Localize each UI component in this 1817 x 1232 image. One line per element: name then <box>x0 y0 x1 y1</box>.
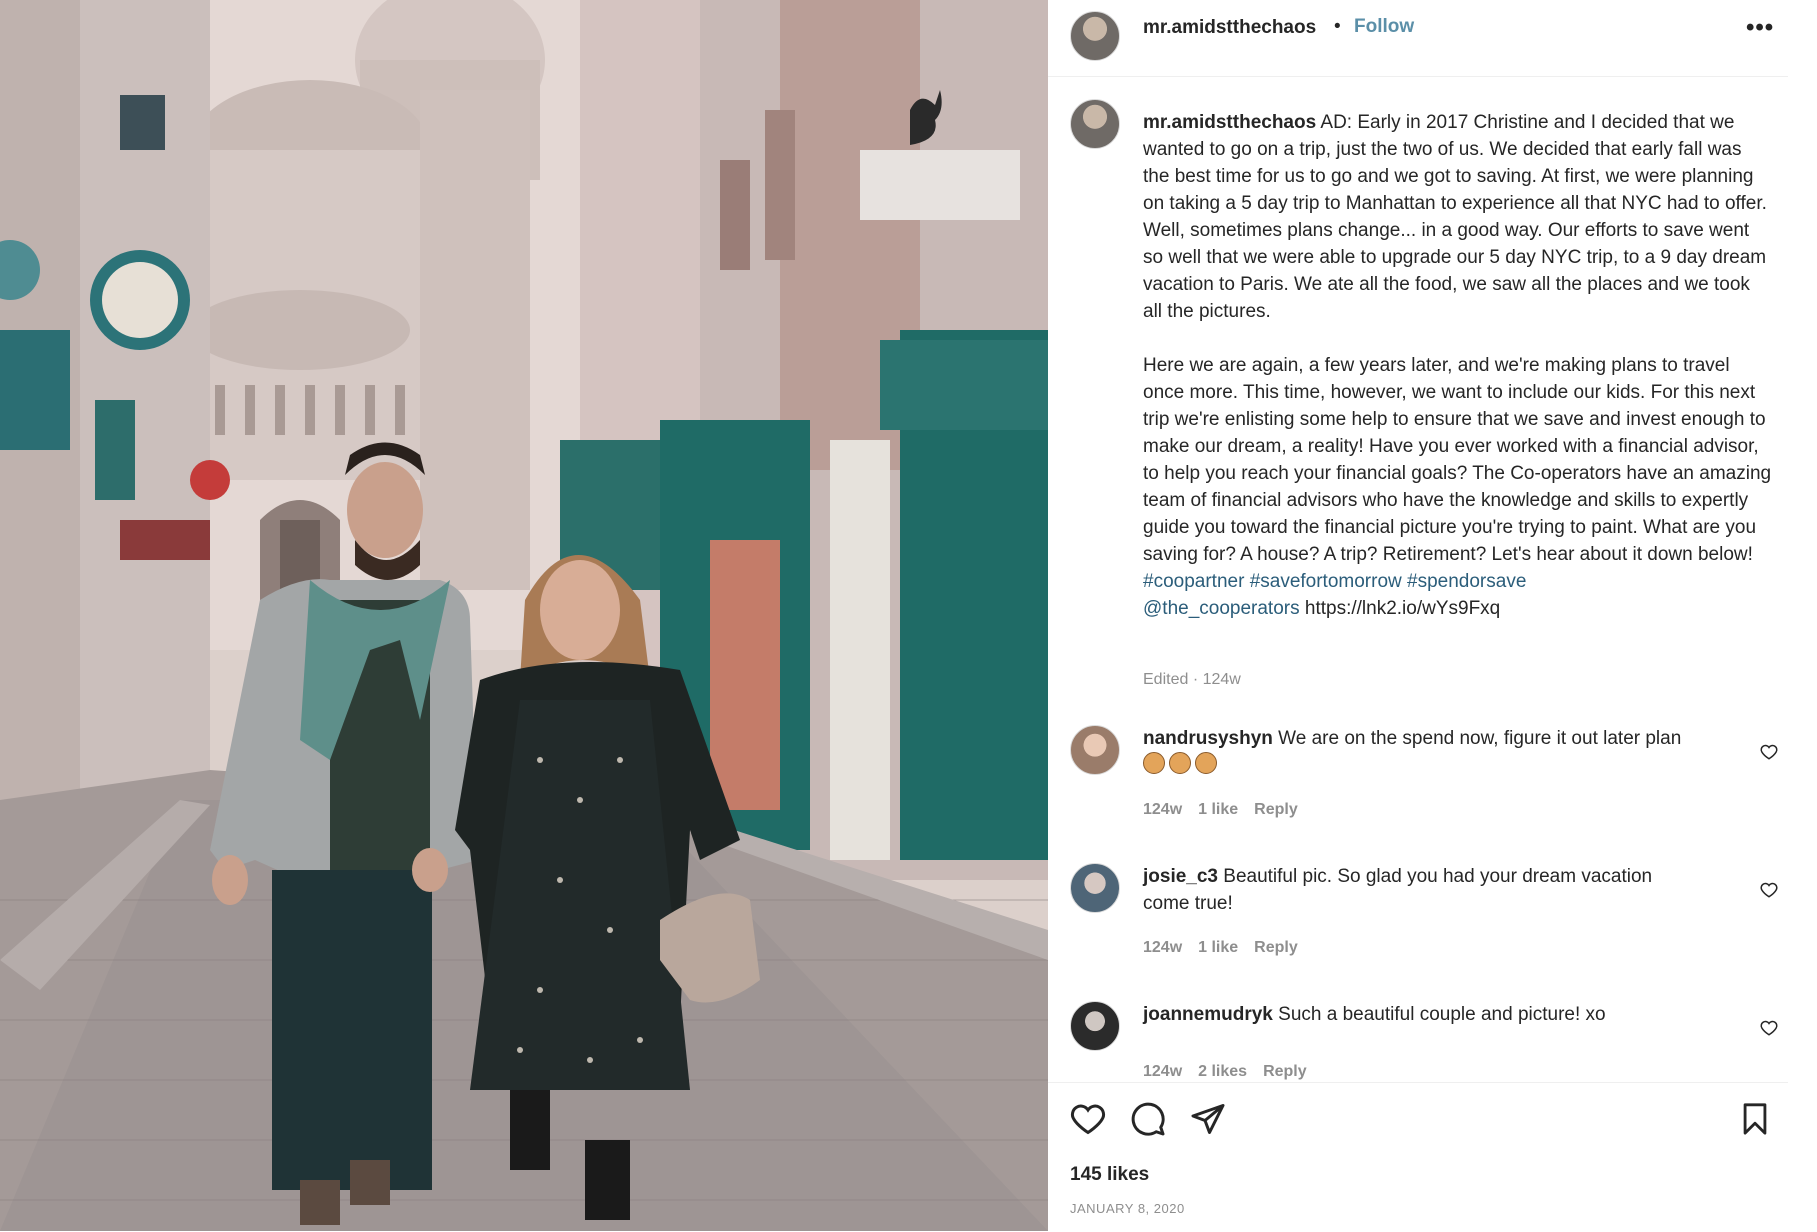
comment-likes[interactable]: 2 likes <box>1198 1063 1247 1080</box>
author-avatar[interactable] <box>1070 11 1120 61</box>
caption-paragraph-2: Here we are again, a few years later, an… <box>1143 355 1777 565</box>
commenter-avatar[interactable] <box>1070 863 1120 913</box>
comment-username[interactable]: joannemudryk <box>1143 1004 1273 1025</box>
comment-meta: 124w 1 like Reply <box>1143 939 1314 957</box>
comment-likes[interactable]: 1 like <box>1198 939 1238 956</box>
comment-username[interactable]: josie_c3 <box>1143 866 1218 887</box>
mention-link[interactable]: @the_cooperators <box>1143 598 1300 619</box>
post-actions: 145 likes JANUARY 8, 2020 <box>1048 1082 1788 1232</box>
like-comment-heart-icon[interactable] <box>1760 743 1778 761</box>
comment-reply-button[interactable]: Reply <box>1254 801 1298 818</box>
post-photo[interactable] <box>0 0 1048 1231</box>
author-username[interactable]: mr.amidstthechaos <box>1143 17 1316 39</box>
comment-text: josie_c3 Beautiful pic. So glad you had … <box>1143 863 1703 917</box>
emoji-icon <box>1143 752 1165 774</box>
post-date: JANUARY 8, 2020 <box>1070 1201 1185 1216</box>
comment-meta: 124w 2 likes Reply <box>1143 1063 1323 1081</box>
emoji-icon <box>1169 752 1191 774</box>
comment-reply-button[interactable]: Reply <box>1263 1063 1307 1080</box>
like-heart-icon[interactable] <box>1070 1101 1106 1137</box>
like-comment-heart-icon[interactable] <box>1760 881 1778 899</box>
hashtag-link[interactable]: #savefortomorrow <box>1250 571 1402 592</box>
comment-text: nandrusyshyn We are on the spend now, fi… <box>1143 725 1703 779</box>
comment-age: 124w <box>1143 939 1183 956</box>
comment-body: Beautiful pic. So glad you had your drea… <box>1143 866 1653 914</box>
photo-illustration <box>0 0 1048 1231</box>
caption-author-avatar[interactable] <box>1070 99 1120 149</box>
commenter-avatar[interactable] <box>1070 725 1120 775</box>
comments-scroll-area[interactable]: mr.amidstthechaos AD: Early in 2017 Chri… <box>1048 77 1788 1082</box>
post-caption: mr.amidstthechaos AD: Early in 2017 Chri… <box>1143 109 1773 622</box>
post-header: mr.amidstthechaos • Follow ••• <box>1048 0 1788 77</box>
page-margin <box>1788 0 1817 1231</box>
post-detail-panel: mr.amidstthechaos • Follow ••• mr.amidst… <box>1048 0 1789 1231</box>
commenter-avatar[interactable] <box>1070 1001 1120 1051</box>
comment-bubble-icon[interactable] <box>1130 1101 1166 1137</box>
comment-age: 124w <box>1143 1063 1183 1080</box>
share-send-icon[interactable] <box>1190 1101 1226 1137</box>
header-separator: • <box>1334 16 1341 37</box>
comment-meta: 124w 1 like Reply <box>1143 801 1314 819</box>
hashtag-link[interactable]: #coopartner <box>1143 571 1244 592</box>
caption-username[interactable]: mr.amidstthechaos <box>1143 112 1316 133</box>
comment-text: joannemudryk Such a beautiful couple and… <box>1143 1001 1703 1028</box>
comment-body: We are on the spend now, figure it out l… <box>1278 728 1682 749</box>
save-bookmark-icon[interactable] <box>1738 1101 1772 1137</box>
caption-url[interactable]: https://lnk2.io/wYs9Fxq <box>1305 598 1500 619</box>
hashtag-link[interactable]: #spendorsave <box>1407 571 1526 592</box>
more-options-icon[interactable]: ••• <box>1746 14 1774 42</box>
comment-username[interactable]: nandrusyshyn <box>1143 728 1273 749</box>
like-count[interactable]: 145 likes <box>1070 1164 1149 1186</box>
edited-timestamp: Edited · 124w <box>1143 671 1241 688</box>
like-comment-heart-icon[interactable] <box>1760 1019 1778 1037</box>
comment-age: 124w <box>1143 801 1183 818</box>
comment-reply-button[interactable]: Reply <box>1254 939 1298 956</box>
comment-body: Such a beautiful couple and picture! xo <box>1278 1004 1606 1025</box>
follow-button[interactable]: Follow <box>1354 16 1414 38</box>
comment-likes[interactable]: 1 like <box>1198 801 1238 818</box>
emoji-icon <box>1195 752 1217 774</box>
caption-paragraph-1: AD: Early in 2017 Christine and I decide… <box>1143 112 1773 322</box>
